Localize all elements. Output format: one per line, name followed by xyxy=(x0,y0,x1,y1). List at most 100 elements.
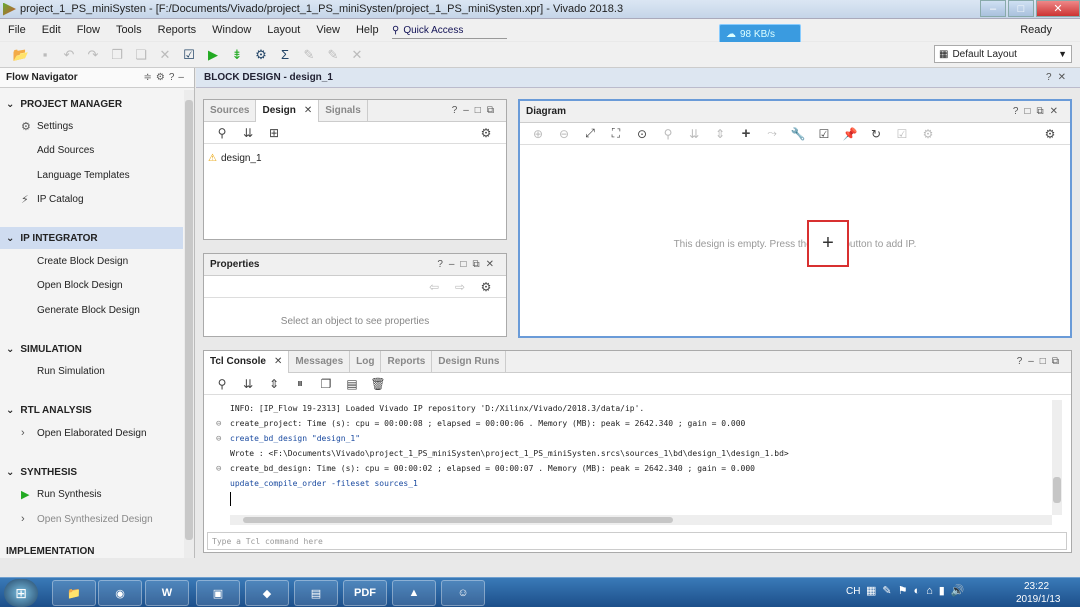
explorer-icon[interactable]: 📁 xyxy=(52,580,96,606)
search-icon[interactable]: ⚲ xyxy=(210,374,234,394)
flow-navigator-scroll-thumb[interactable] xyxy=(185,100,193,540)
menu-view[interactable]: View xyxy=(308,24,348,36)
collapse-all-icon[interactable]: ⇊ xyxy=(236,123,260,143)
zoom-out-icon[interactable]: ⊖ xyxy=(552,124,576,144)
nav-open-elaborated-design[interactable]: › Open Elaborated Design xyxy=(21,424,147,442)
tab-sources[interactable]: Sources xyxy=(204,99,257,122)
tab-design-runs[interactable]: Design Runs xyxy=(432,350,507,373)
quick-access-input[interactable]: ⚲ Quick Access xyxy=(392,22,507,39)
delete-icon[interactable]: ✕ xyxy=(154,45,176,65)
console-hscroll-thumb[interactable] xyxy=(243,517,673,523)
menu-edit[interactable]: Edit xyxy=(34,24,69,36)
validate-icon[interactable]: ☑ xyxy=(812,124,836,144)
expand-all-icon[interactable]: ⇕ xyxy=(262,374,286,394)
close-window-button[interactable]: ✕ xyxy=(1036,0,1080,17)
nav-open-block-design[interactable]: Open Block Design xyxy=(37,276,123,294)
program-device-icon[interactable]: ⇟ xyxy=(226,45,248,65)
tool-b-icon[interactable]: ✎ xyxy=(322,45,344,65)
start-button[interactable]: ⊞ xyxy=(4,579,38,607)
tcl-command-input[interactable]: Type a Tcl command here xyxy=(207,532,1067,550)
menu-layout[interactable]: Layout xyxy=(259,24,308,36)
back-arrow-icon[interactable]: ⇦ xyxy=(422,277,446,297)
collapse-all-icon[interactable]: ⇊ xyxy=(236,374,260,394)
nav-generate-block-design[interactable]: Generate Block Design xyxy=(37,301,140,319)
panel-controls-icon[interactable]: ?–□⧉ xyxy=(1017,356,1065,367)
close-icon[interactable]: ✕ xyxy=(274,356,282,367)
nav-create-block-design[interactable]: Create Block Design xyxy=(37,252,128,270)
expand-icon[interactable]: ⇕ xyxy=(708,124,732,144)
fold-icon[interactable]: ⊖ xyxy=(216,419,221,429)
nav-run-synthesis[interactable]: ▶ Run Synthesis xyxy=(21,485,101,503)
tab-design[interactable]: Design ✕ xyxy=(256,99,320,122)
panel-controls-icon[interactable]: ?–□⧉✕ xyxy=(437,259,500,270)
pause-icon[interactable]: ⏸ xyxy=(288,374,312,394)
tool-c-icon[interactable]: ✕ xyxy=(346,45,368,65)
trash-icon[interactable]: 🗑 xyxy=(366,374,390,394)
tree-item-design-1[interactable]: ⚠ design_1 xyxy=(208,153,262,164)
run-icon[interactable]: ▶ xyxy=(202,45,224,65)
layout-select[interactable]: ▦ Default Layout ▼ xyxy=(934,45,1072,63)
terminal-icon[interactable]: ▤ xyxy=(294,580,338,606)
regenerate-icon[interactable]: ☑ xyxy=(890,124,914,144)
tool-a-icon[interactable]: ✎ xyxy=(298,45,320,65)
refresh-icon[interactable]: ↻ xyxy=(864,124,888,144)
add-ip-button[interactable]: + xyxy=(807,220,849,267)
sigma-report-icon[interactable]: Σ xyxy=(274,45,296,65)
header-controls-icon[interactable]: ≑⚙?– xyxy=(144,72,188,83)
nav-language-templates[interactable]: Language Templates xyxy=(37,166,130,184)
zoom-in-icon[interactable]: ⊕ xyxy=(526,124,550,144)
chip-icon[interactable]: ⚙ xyxy=(916,124,940,144)
connect-icon[interactable]: ⤳ xyxy=(760,124,784,144)
fold-icon[interactable]: ⊖ xyxy=(216,464,221,474)
menu-flow[interactable]: Flow xyxy=(69,24,108,36)
pin-icon[interactable]: 📌 xyxy=(838,124,862,144)
user-app-icon[interactable]: ☺ xyxy=(441,580,485,606)
section-simulation[interactable]: ⌄ SIMULATION xyxy=(0,338,183,360)
word-icon[interactable]: W xyxy=(145,580,189,606)
nav-add-sources[interactable]: Add Sources xyxy=(37,141,94,159)
nav-ip-catalog[interactable]: ⚡ IP Catalog xyxy=(21,190,84,208)
nav-run-simulation[interactable]: Run Simulation xyxy=(37,362,105,380)
menu-window[interactable]: Window xyxy=(204,24,259,36)
tab-signals[interactable]: Signals xyxy=(319,99,368,122)
pdf-icon[interactable]: PDF xyxy=(343,580,387,606)
menu-reports[interactable]: Reports xyxy=(150,24,205,36)
tab-tcl-console[interactable]: Tcl Console ✕ xyxy=(204,350,290,373)
paste-icon[interactable]: ❏ xyxy=(130,45,152,65)
fit-icon[interactable]: ⤢ xyxy=(578,124,602,144)
forward-arrow-icon[interactable]: ⇨ xyxy=(448,277,472,297)
wrench-icon[interactable]: 🔧 xyxy=(786,124,810,144)
visual-studio-icon[interactable]: ◆ xyxy=(245,580,289,606)
open-project-icon[interactable]: 📂 xyxy=(10,45,32,65)
gear-icon[interactable]: ⚙ xyxy=(474,277,498,297)
target-icon[interactable]: ⊙ xyxy=(630,124,654,144)
collapse-icon[interactable]: ⇊ xyxy=(682,124,706,144)
copy-icon[interactable]: ❐ xyxy=(314,374,338,394)
language-indicator[interactable]: CH xyxy=(846,586,860,597)
panel-controls-icon[interactable]: ?–□⧉ xyxy=(452,105,500,116)
search-icon[interactable]: ⚲ xyxy=(210,123,234,143)
settings-gear-icon[interactable]: ⚙ xyxy=(250,45,272,65)
hierarchy-icon[interactable]: ⊞ xyxy=(262,123,286,143)
nav-settings[interactable]: ⚙ Settings xyxy=(21,117,73,135)
gear-icon[interactable]: ⚙ xyxy=(474,123,498,143)
maximize-button[interactable]: □ xyxy=(1008,0,1034,17)
help-close-icon[interactable]: ?✕ xyxy=(1046,72,1072,83)
close-icon[interactable]: ✕ xyxy=(304,105,312,116)
section-project-manager[interactable]: ⌄ PROJECT MANAGER xyxy=(0,93,183,115)
zoom-fit-icon[interactable]: ⛶ xyxy=(604,124,628,144)
vivado-taskbar-icon[interactable]: ▲ xyxy=(392,580,436,606)
menu-help[interactable]: Help xyxy=(348,24,387,36)
fold-icon[interactable]: ⊖ xyxy=(216,434,221,444)
tab-reports[interactable]: Reports xyxy=(381,350,433,373)
tray-icons[interactable]: ▦✎⚑◐⌂▮🔊 xyxy=(866,584,971,597)
panel-controls-icon[interactable]: ?□⧉✕ xyxy=(1013,106,1064,117)
search-icon[interactable]: ⚲ xyxy=(656,124,680,144)
nav-open-synthesized-design[interactable]: › Open Synthesized Design xyxy=(21,510,153,528)
chrome-icon[interactable]: ◉ xyxy=(98,580,142,606)
section-implementation[interactable]: IMPLEMENTATION xyxy=(0,546,183,558)
console-vscroll-thumb[interactable] xyxy=(1053,477,1061,503)
save-icon[interactable]: ▪ xyxy=(34,45,56,65)
tab-messages[interactable]: Messages xyxy=(289,350,351,373)
add-ip-icon[interactable]: + xyxy=(734,124,758,144)
